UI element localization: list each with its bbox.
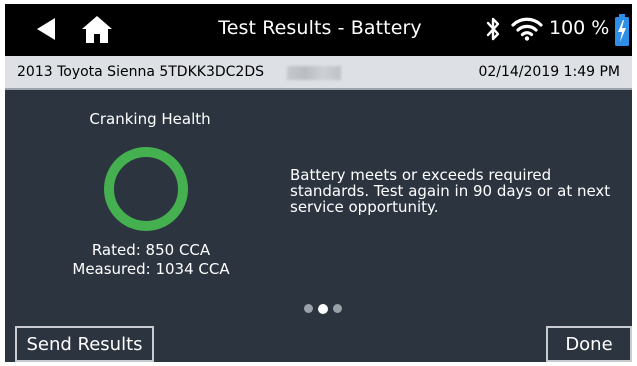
back-arrow-icon[interactable]	[35, 16, 57, 42]
page-indicator[interactable]	[304, 298, 347, 314]
measured-cca: Measured: 1034 CCA	[72, 260, 230, 278]
vehicle-info-bar: 2013 Toyota Sienna 5TDKK3DC2DS 02/14/201…	[5, 56, 632, 90]
battery-test-results-screen: Test Results - Battery 100 % 2013 Toyota…	[5, 4, 632, 362]
page-title: Test Results - Battery	[218, 17, 422, 39]
send-results-button[interactable]: Send Results	[15, 326, 154, 362]
rated-cca: Rated: 850 CCA	[91, 241, 211, 259]
battery-charging-icon	[615, 14, 629, 46]
cranking-health-ring-icon	[104, 147, 188, 231]
vehicle-description: 2013 Toyota Sienna 5TDKK3DC2DS	[17, 64, 264, 80]
battery-percentage: 100 %	[549, 17, 610, 39]
bluetooth-icon	[486, 17, 500, 41]
page-dot[interactable]	[304, 304, 313, 313]
cranking-health-label: Cranking Health	[89, 110, 211, 128]
page-dot-active[interactable]	[318, 303, 328, 314]
wifi-icon	[511, 17, 543, 41]
vin-redaction	[287, 66, 341, 80]
result-message: Battery meets or exceeds required standa…	[290, 166, 611, 216]
test-datetime: 02/14/2019 1:49 PM	[478, 64, 620, 80]
home-icon[interactable]	[81, 14, 113, 44]
top-bar: Test Results - Battery 100 %	[5, 4, 632, 56]
done-button[interactable]: Done	[546, 326, 632, 362]
page-dot[interactable]	[333, 304, 342, 313]
